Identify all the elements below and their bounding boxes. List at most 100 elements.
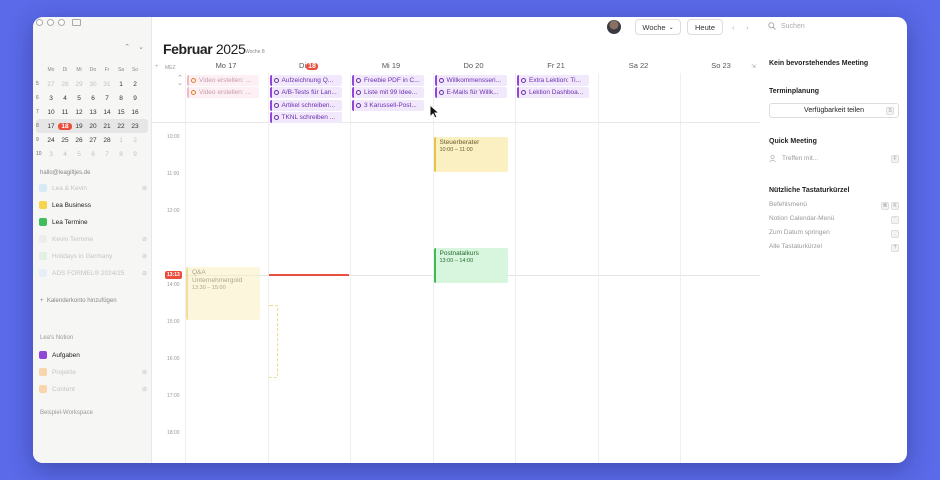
all-day-event[interactable]: E-Mails für Willk... <box>434 87 507 99</box>
calendar-event[interactable]: Steuerberater 10:00 – 11:00 <box>433 137 508 172</box>
hidden-eye-icon[interactable]: ⊘ <box>142 270 147 277</box>
mini-day[interactable]: 27 <box>86 137 100 144</box>
task-checkbox-icon[interactable] <box>273 90 279 96</box>
mini-day[interactable]: 13 <box>86 109 100 116</box>
prev-week-icon[interactable]: ‹ <box>732 23 735 32</box>
quick-meeting-input[interactable]: Treffen mit... F <box>769 155 899 163</box>
all-day-event[interactable]: A/B-Tests für Lan... <box>269 87 342 99</box>
task-checkbox-icon[interactable] <box>191 90 196 96</box>
day-header[interactable]: Mo 17 <box>185 61 267 70</box>
mini-day[interactable]: 1 <box>114 81 128 88</box>
mini-day[interactable]: 6 <box>86 95 100 102</box>
calendar-item[interactable]: Holidays in Germany ⊘ <box>39 250 147 262</box>
mini-day[interactable]: 20 <box>86 123 100 130</box>
mini-day[interactable]: 2 <box>128 137 142 144</box>
calendar-item[interactable]: Lea Business <box>39 199 147 211</box>
day-header[interactable]: Do 20 <box>433 61 515 70</box>
task-checkbox-icon[interactable] <box>356 90 361 96</box>
all-day-event[interactable]: Video erstellen: ... <box>187 87 259 99</box>
hidden-eye-icon[interactable]: ⊘ <box>142 253 147 260</box>
all-day-event[interactable]: Extra Lektion: Ti... <box>517 75 589 86</box>
notion-item[interactable]: Aufgaben <box>39 349 147 361</box>
mini-day[interactable]: 28 <box>58 81 72 88</box>
mini-prev-month-button[interactable]: ⌃ <box>124 43 130 51</box>
day-header[interactable]: Fr 21 <box>515 61 597 70</box>
avatar[interactable] <box>607 20 621 34</box>
day-header[interactable]: So 23 <box>680 61 762 70</box>
collapse-all-day-icon[interactable]: ⌃ ⌄ <box>177 75 183 87</box>
event-placeholder[interactable] <box>268 305 278 378</box>
zoom-window-button[interactable] <box>58 19 65 26</box>
task-checkbox-icon[interactable] <box>438 78 444 83</box>
all-day-event[interactable]: Willkommensseri... <box>434 75 507 86</box>
task-checkbox-icon[interactable] <box>356 78 361 83</box>
hidden-eye-icon[interactable]: ⊘ <box>142 369 147 376</box>
close-window-button[interactable] <box>36 19 43 26</box>
task-checkbox-icon[interactable] <box>273 102 279 108</box>
mini-day[interactable]: 4 <box>58 95 72 102</box>
mini-day[interactable]: 14 <box>100 109 114 116</box>
mini-next-month-button[interactable]: ⌄ <box>138 43 144 51</box>
share-availability-button[interactable]: Verfügbarkeit teilen S <box>769 103 899 118</box>
mini-day[interactable]: 31 <box>100 81 114 88</box>
mini-day[interactable]: 7 <box>100 95 114 102</box>
mini-day[interactable]: 1 <box>114 137 128 144</box>
mini-day[interactable]: 22 <box>114 123 128 130</box>
mini-day[interactable]: 19 <box>72 123 86 130</box>
mini-day[interactable]: 6 <box>86 151 100 158</box>
collapse-allday-icon[interactable]: + <box>155 64 159 70</box>
all-day-event[interactable]: 3 Karussell-Post... <box>352 99 424 111</box>
calendar-item[interactable]: Lea & Kevin ⊘ <box>39 182 147 194</box>
all-day-event[interactable]: Aufzeichnung Q... <box>269 75 342 86</box>
task-checkbox-icon[interactable] <box>273 78 279 83</box>
all-day-event[interactable]: Freebie PDF in C... <box>352 75 424 86</box>
mini-day[interactable]: 9 <box>128 151 142 158</box>
task-checkbox-icon[interactable] <box>521 78 526 83</box>
mini-day[interactable]: 2 <box>128 81 142 88</box>
notion-item[interactable]: Content ⊘ <box>39 383 147 395</box>
calendar-item[interactable]: Kevin Termine ⊘ <box>39 233 147 245</box>
mini-day[interactable]: 24 <box>44 137 58 144</box>
mini-day[interactable]: 12 <box>72 109 86 116</box>
mini-day[interactable]: 23 <box>128 123 142 130</box>
next-week-icon[interactable]: › <box>746 23 749 32</box>
calendar-event[interactable]: Q&A Unternehmergold 13:30 – 15:00 <box>186 266 260 320</box>
all-day-event[interactable]: TKNL schreiben ... <box>269 111 342 123</box>
day-header[interactable]: Mi 19 <box>350 61 432 70</box>
minimize-window-button[interactable] <box>47 19 54 26</box>
all-day-event[interactable]: Artikel schreiben... <box>269 99 342 111</box>
calendar-item[interactable]: ADS FORMEL® 2024/25 ⊘ <box>39 267 147 279</box>
day-header[interactable]: Sa 22 <box>598 61 680 70</box>
mini-day[interactable]: 17 <box>44 123 58 130</box>
mini-day[interactable]: 29 <box>72 81 86 88</box>
mini-day[interactable]: 5 <box>72 151 86 158</box>
all-day-event[interactable]: Liste mit 99 Idee... <box>352 87 424 99</box>
mini-day[interactable]: 4 <box>58 151 72 158</box>
mini-day[interactable]: 3 <box>44 151 58 158</box>
mini-day[interactable]: 10 <box>44 109 58 116</box>
mini-day[interactable]: 25 <box>58 137 72 144</box>
day-header[interactable]: Di 18 <box>268 61 350 70</box>
task-checkbox-icon[interactable] <box>521 90 526 96</box>
hidden-eye-icon[interactable]: ⊘ <box>142 185 147 192</box>
hidden-eye-icon[interactable]: ⊘ <box>142 236 147 243</box>
calendar-item[interactable]: Lea Termine <box>39 216 147 228</box>
search-input[interactable]: Suchen <box>768 22 805 30</box>
mini-day[interactable]: 3 <box>44 95 58 102</box>
mini-day[interactable]: 15 <box>114 109 128 116</box>
mini-day[interactable]: 28 <box>100 137 114 144</box>
mini-day[interactable]: 16 <box>128 109 142 116</box>
mini-day[interactable]: 18 <box>58 122 72 130</box>
mini-day[interactable]: 8 <box>114 95 128 102</box>
notion-item[interactable]: Projekte ⊘ <box>39 366 147 378</box>
mini-day[interactable]: 5 <box>72 95 86 102</box>
task-checkbox-icon[interactable] <box>191 78 196 83</box>
task-checkbox-icon[interactable] <box>273 114 279 120</box>
all-day-event[interactable]: Video erstellen: ... <box>187 75 259 86</box>
calendar-event[interactable]: Postnatalkurs 13:00 – 14:00 <box>433 248 508 283</box>
today-button[interactable]: Heute <box>687 19 723 35</box>
mini-day[interactable]: 8 <box>114 151 128 158</box>
mini-day[interactable]: 26 <box>72 137 86 144</box>
mini-day[interactable]: 9 <box>128 95 142 102</box>
sidebar-toggle-icon[interactable] <box>72 19 81 26</box>
